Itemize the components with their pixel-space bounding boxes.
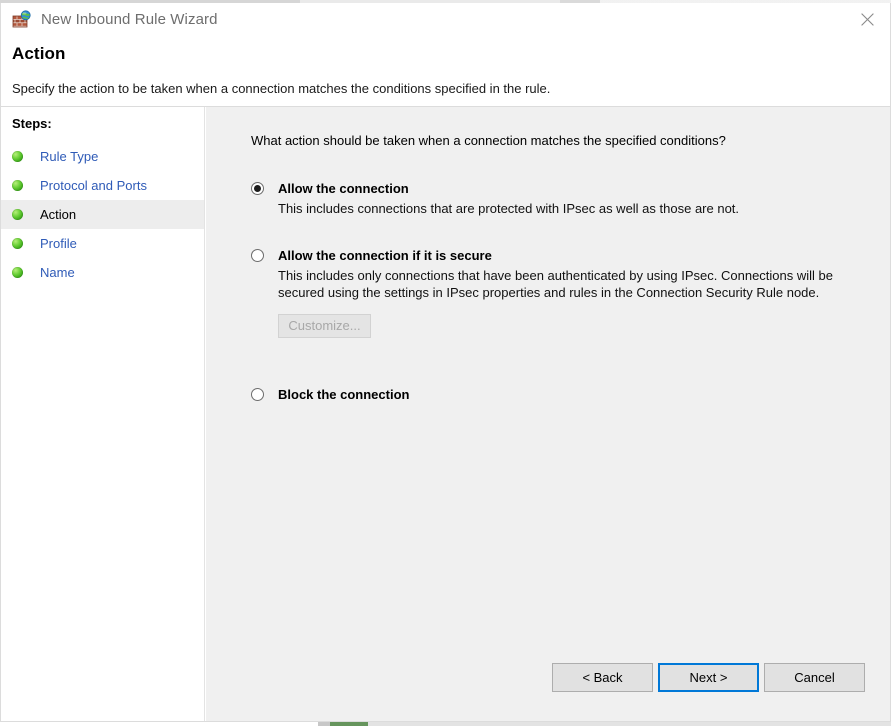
header-banner: Action Specify the action to be taken wh… <box>1 36 890 107</box>
new-inbound-rule-wizard-dialog: New Inbound Rule Wizard Action Specify t… <box>0 3 891 722</box>
sidebar-footer-filler <box>1 651 205 721</box>
cancel-button[interactable]: Cancel <box>764 663 865 692</box>
radio-option-allow-the-connection[interactable]: Allow the connection This includes conne… <box>251 180 890 217</box>
radio-button-block[interactable] <box>251 388 264 401</box>
radio-option-allow-if-secure[interactable]: Allow the connection if it is secure Thi… <box>251 247 890 338</box>
sidebar-item-label: Protocol and Ports <box>40 178 147 193</box>
sidebar-item-action[interactable]: Action <box>1 200 204 229</box>
next-button[interactable]: Next > <box>658 663 759 692</box>
sidebar-item-label: Action <box>40 207 76 222</box>
option-title: Allow the connection if it is secure <box>278 247 890 264</box>
title-bar: New Inbound Rule Wizard <box>1 3 890 36</box>
sidebar-item-rule-type[interactable]: Rule Type <box>1 142 204 171</box>
radio-button-allow-if-secure[interactable] <box>251 249 264 262</box>
sidebar-item-name[interactable]: Name <box>1 258 204 287</box>
customize-button[interactable]: Customize... <box>278 314 371 338</box>
sidebar-item-profile[interactable]: Profile <box>1 229 204 258</box>
radio-button-allow[interactable] <box>251 182 264 195</box>
content-panel: What action should be taken when a conne… <box>205 107 890 721</box>
window-title: New Inbound Rule Wizard <box>41 11 218 28</box>
sidebar-item-label: Rule Type <box>40 149 98 164</box>
green-bullet-icon <box>12 180 23 191</box>
green-bullet-icon <box>12 267 23 278</box>
option-description: This includes only connections that have… <box>278 267 833 301</box>
steps-sidebar: Steps: Rule Type Protocol and Ports Acti… <box>1 107 205 721</box>
option-title: Block the connection <box>278 386 890 403</box>
option-description: This includes connections that are prote… <box>278 200 833 217</box>
sidebar-item-label: Profile <box>40 236 77 251</box>
back-button[interactable]: < Back <box>552 663 653 692</box>
green-bullet-icon <box>12 209 23 220</box>
firewall-globe-icon <box>12 10 32 30</box>
background-window-sliver-bottom <box>0 722 891 726</box>
radio-option-block-the-connection[interactable]: Block the connection <box>251 386 890 403</box>
sidebar-item-label: Name <box>40 265 75 280</box>
page-title: Action <box>12 44 890 64</box>
dialog-footer: < Back Next > Cancel <box>206 651 890 721</box>
page-subtitle: Specify the action to be taken when a co… <box>12 81 890 96</box>
close-icon[interactable] <box>844 3 890 36</box>
steps-heading: Steps: <box>1 116 204 131</box>
green-bullet-icon <box>12 151 23 162</box>
footer-button-row: < Back Next > Cancel <box>552 663 865 692</box>
sidebar-item-protocol-and-ports[interactable]: Protocol and Ports <box>1 171 204 200</box>
action-question: What action should be taken when a conne… <box>251 133 890 148</box>
option-title: Allow the connection <box>278 180 890 197</box>
dialog-body: Steps: Rule Type Protocol and Ports Acti… <box>1 107 890 721</box>
green-bullet-icon <box>12 238 23 249</box>
